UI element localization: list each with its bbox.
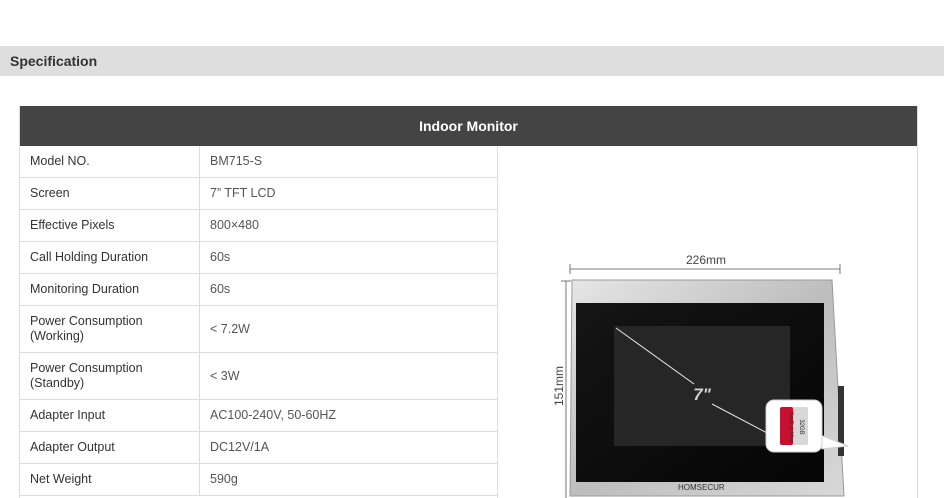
table-body: Model NO. BM715-S Screen 7” TFT LCD Effe…: [20, 146, 917, 498]
row-value: DC12V/1A: [210, 440, 270, 454]
table-row: Power Consumption (Standby) < 3W: [20, 353, 497, 400]
row-label: Net Weight: [20, 464, 200, 495]
row-label: Model NO.: [20, 146, 200, 177]
table-row: Model NO. BM715-S: [20, 146, 497, 178]
sd-card-capacity: 32GB: [798, 419, 804, 434]
table-title: Indoor Monitor: [20, 106, 917, 146]
indoor-monitor-image: 226mm 151mm 7" HOMSECUR SanDisk Ultra 32…: [552, 253, 849, 498]
sd-card-brand: SanDisk Ultra: [788, 412, 794, 443]
row-value: 7” TFT LCD: [210, 186, 276, 200]
width-label: 226mm: [686, 253, 726, 267]
section-title: Specification: [10, 53, 98, 69]
row-value: 60s: [210, 282, 231, 296]
table-row: Call Holding Duration 60s: [20, 242, 497, 274]
table-row: Effective Pixels 800×480: [20, 210, 497, 242]
table-row: Monitoring Duration 60s: [20, 274, 497, 306]
row-label: Effective Pixels: [20, 210, 200, 241]
spec-rows: Model NO. BM715-S Screen 7” TFT LCD Effe…: [20, 146, 498, 498]
height-label: 151mm: [552, 366, 566, 406]
row-label: Power Consumption (Working): [20, 306, 200, 352]
row-label: Adapter Input: [20, 400, 200, 431]
row-label: Power Consumption (Standby): [20, 353, 200, 399]
row-label: Adapter Output: [20, 432, 200, 463]
brand-logo: HOMSECUR: [678, 483, 725, 492]
spec-table: Indoor Monitor Model NO. BM715-S Screen …: [19, 106, 918, 498]
row-value: BM715-S: [210, 154, 263, 168]
row-label: Monitoring Duration: [20, 274, 200, 305]
row-value: < 3W: [210, 368, 240, 383]
table-row: Net Weight 590g: [20, 464, 497, 496]
table-row: Screen 7” TFT LCD: [20, 178, 497, 210]
row-value: 590g: [210, 472, 238, 486]
product-image-cell: 226mm 151mm 7" HOMSECUR SanDisk Ultra 32…: [498, 146, 917, 498]
screen-size-label: 7": [693, 385, 711, 404]
row-label: Call Holding Duration: [20, 242, 200, 273]
row-label: Screen: [20, 178, 200, 209]
table-row: Power Consumption (Working) < 7.2W: [20, 306, 497, 353]
row-value: AC100-240V, 50-60HZ: [210, 408, 337, 422]
table-row: Adapter Output DC12V/1A: [20, 432, 497, 464]
table-row: Adapter Input AC100-240V, 50-60HZ: [20, 400, 497, 432]
row-value: 800×480: [210, 218, 260, 232]
section-header: Specification: [0, 46, 944, 76]
row-value: 60s: [210, 250, 231, 264]
row-value: < 7.2W: [210, 321, 250, 336]
